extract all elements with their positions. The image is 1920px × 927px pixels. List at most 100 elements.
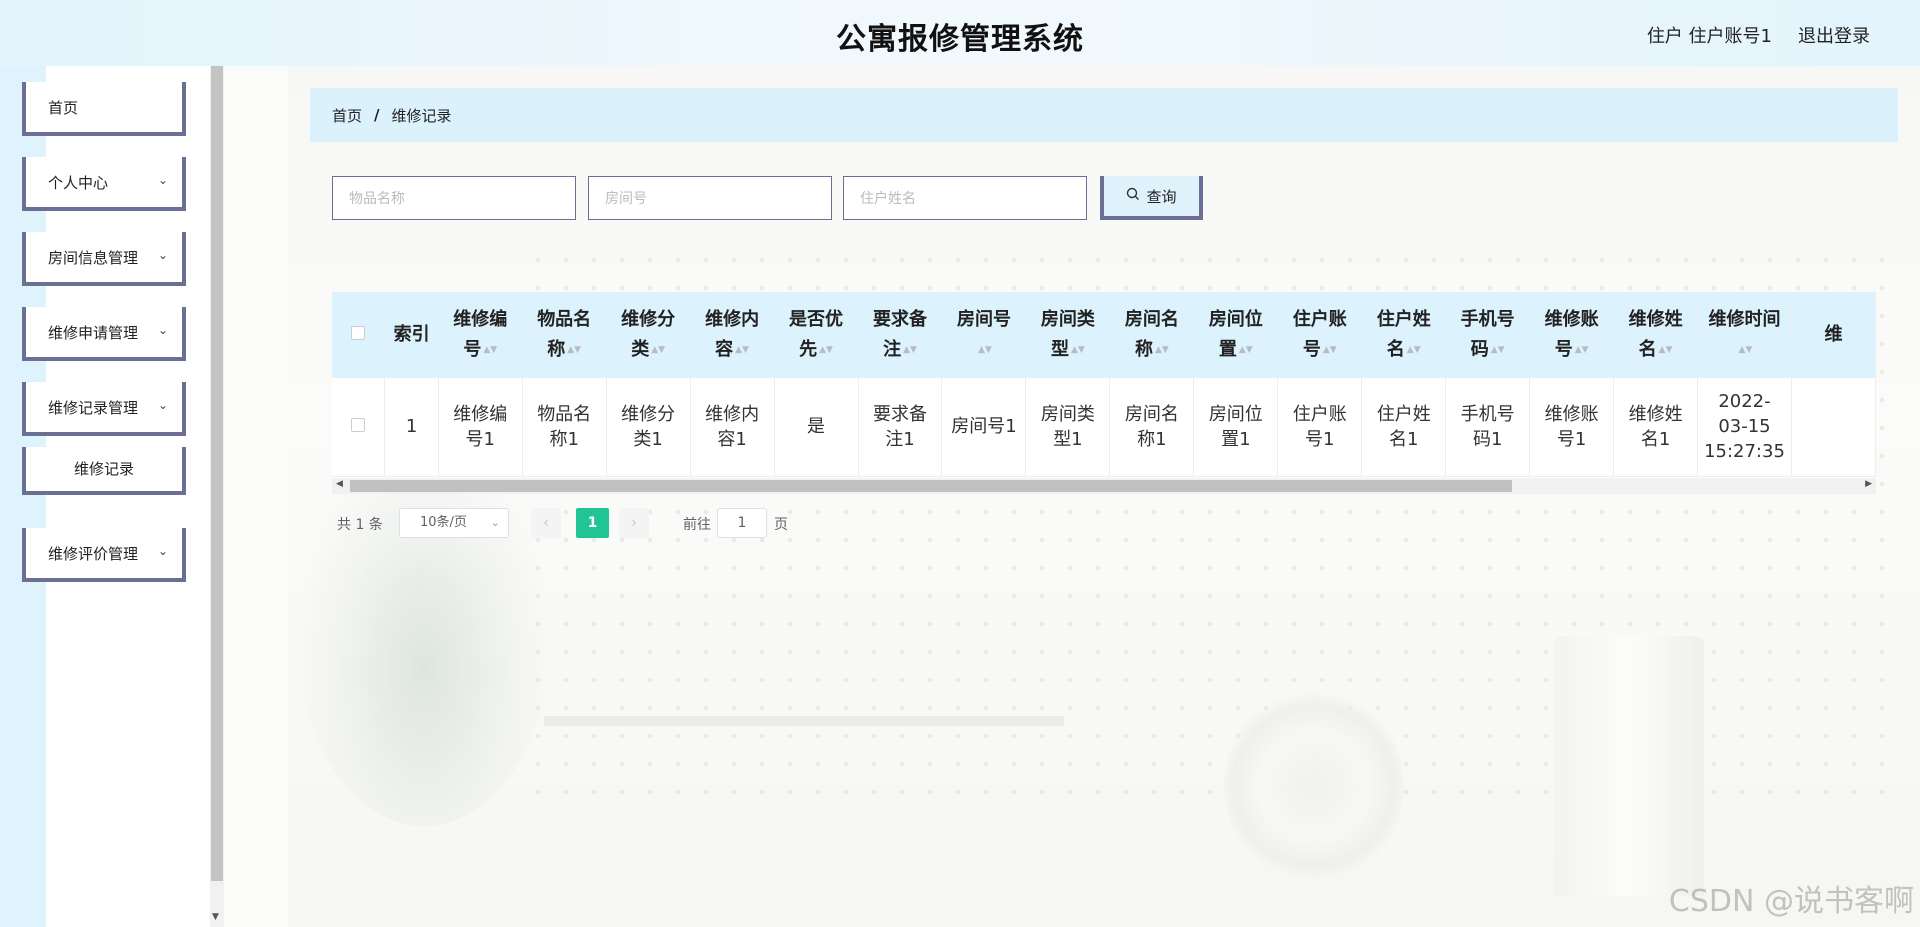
- table-cell: 维修姓名1: [1613, 378, 1699, 477]
- sort-icon[interactable]: ▲▼: [1323, 335, 1337, 365]
- column-header[interactable]: 维修编号 ▲▼: [438, 292, 523, 378]
- table-cell: 住户账号1: [1277, 378, 1363, 477]
- table-row[interactable]: 1 维修编号1 物品名称1 维修分类1 维修内容1 是 要求备注1 房间号1 房…: [332, 378, 1876, 477]
- table-cell: 要求备注1: [858, 378, 943, 477]
- sort-icon[interactable]: ▲▼: [567, 335, 581, 365]
- table-cell: 房间类型1: [1025, 378, 1111, 477]
- select-all-checkbox[interactable]: [351, 326, 366, 340]
- sort-icon[interactable]: ▲▼: [1575, 335, 1589, 365]
- column-header[interactable]: 要求备注 ▲▼: [858, 292, 943, 378]
- column-header[interactable]: 是否优先 ▲▼: [774, 292, 859, 378]
- table-header-row: 索引 维修编号 ▲▼ 物品名称 ▲▼ 维修分类 ▲▼ 维修内容 ▲▼ 是否优先 ▲▼ 要求…: [332, 292, 1876, 378]
- scroll-right-arrow-icon[interactable]: ▶: [1865, 479, 1872, 489]
- column-header[interactable]: 房间号 ▲▼: [941, 292, 1027, 378]
- user-info: 住户 住户账号1: [1646, 26, 1772, 47]
- column-header[interactable]: 手机号码 ▲▼: [1445, 292, 1531, 378]
- chevron-down-icon: ⌄: [157, 248, 168, 262]
- background-vase: [1224, 686, 1404, 886]
- column-header[interactable]: 维: [1791, 292, 1876, 378]
- item-name-input[interactable]: 物品名称: [332, 176, 576, 220]
- row-select-cell[interactable]: [332, 378, 386, 477]
- breadcrumb: 首页 / 维修记录: [310, 88, 1898, 142]
- sort-icon[interactable]: ▲▼: [819, 335, 833, 365]
- query-button-label: 查询: [1146, 187, 1177, 206]
- column-header[interactable]: 住户账号 ▲▼: [1277, 292, 1363, 378]
- scroll-down-arrow-icon[interactable]: ▼: [212, 912, 219, 922]
- goto-page-input[interactable]: 1: [717, 508, 767, 538]
- table-cell: 房间位置1: [1193, 378, 1279, 477]
- data-table: 索引 维修编号 ▲▼ 物品名称 ▲▼ 维修分类 ▲▼ 维修内容 ▲▼ 是否优先 ▲▼ 要求…: [332, 292, 1876, 494]
- repair-records-table: 索引 维修编号 ▲▼ 物品名称 ▲▼ 维修分类 ▲▼ 维修内容 ▲▼ 是否优先 ▲▼ 要求…: [332, 292, 1876, 477]
- sidebar-item-home[interactable]: 首页: [22, 82, 186, 136]
- sidebar-subitem-repair-record[interactable]: 维修记录: [22, 447, 186, 495]
- table-cell: 维修分类1: [606, 378, 691, 477]
- sort-icon[interactable]: ▲▼: [1491, 335, 1505, 365]
- table-cell: 住户姓名1: [1361, 378, 1447, 477]
- sort-icon[interactable]: ▲▼: [1739, 335, 1753, 365]
- column-header[interactable]: 住户姓名 ▲▼: [1361, 292, 1447, 378]
- sort-icon[interactable]: ▲▼: [978, 335, 992, 365]
- app-title: 公寓报修管理系统: [836, 22, 1084, 57]
- sort-icon[interactable]: ▲▼: [483, 335, 497, 365]
- sidebar-item-label: 维修记录: [73, 460, 134, 478]
- sort-icon[interactable]: ▲▼: [1407, 335, 1421, 365]
- column-header[interactable]: 维修分类 ▲▼: [606, 292, 691, 378]
- sort-icon[interactable]: ▲▼: [735, 335, 749, 365]
- column-header[interactable]: 物品名称 ▲▼: [522, 292, 607, 378]
- sort-icon[interactable]: ▲▼: [1155, 335, 1169, 365]
- breadcrumb-home[interactable]: 首页: [332, 105, 362, 126]
- background-cylinder: [1554, 636, 1704, 896]
- sidebar-item-repair-request[interactable]: 维修申请管理 ⌄: [22, 307, 186, 361]
- sidebar-item-label: 维修记录管理: [48, 398, 139, 417]
- goto-label: 前往: [683, 517, 711, 533]
- table-cell: 是: [774, 378, 859, 477]
- query-button[interactable]: 查询: [1100, 176, 1203, 220]
- table-cell: 房间号1: [941, 378, 1027, 477]
- room-no-input[interactable]: 房间号: [588, 176, 832, 220]
- page-size-value: 10条/页: [420, 515, 467, 530]
- page-size-select[interactable]: 10条/页 ⌄: [399, 508, 509, 538]
- table-cell: 维修内容1: [690, 378, 775, 477]
- column-header[interactable]: 房间名称 ▲▼: [1109, 292, 1195, 378]
- sort-icon[interactable]: ▲▼: [1071, 335, 1085, 365]
- scroll-left-arrow-icon[interactable]: ◀: [336, 479, 343, 489]
- sidebar-item-label: 首页: [48, 98, 79, 117]
- sidebar-item-repair-record-mgmt[interactable]: 维修记录管理 ⌄: [22, 382, 186, 436]
- sidebar-item-repair-review[interactable]: 维修评价管理 ⌄: [22, 528, 186, 582]
- column-header[interactable]: 维修时间▲▼: [1697, 292, 1792, 378]
- table-cell: [1791, 378, 1876, 477]
- chevron-down-icon: ⌄: [157, 173, 168, 187]
- table-cell: 1: [384, 378, 439, 477]
- table-cell: 物品名称1: [522, 378, 607, 477]
- breadcrumb-separator: /: [374, 106, 380, 124]
- header: 公寓报修管理系统 住户 住户账号1 退出登录: [0, 0, 1920, 66]
- sidebar-item-personal-center[interactable]: 个人中心 ⌄: [22, 157, 186, 211]
- row-checkbox[interactable]: [351, 418, 366, 433]
- column-header[interactable]: 维修账号 ▲▼: [1529, 292, 1615, 378]
- sort-icon[interactable]: ▲▼: [903, 335, 917, 365]
- page-suffix: 页: [774, 517, 788, 533]
- sidebar: 首页 个人中心 ⌄ 房间信息管理 ⌄ 维修申请管理 ⌄ 维修记录管理 ⌄ 维修记…: [0, 66, 224, 927]
- table-scrollbar-thumb[interactable]: [350, 480, 1512, 492]
- pagination-total: 共 1 条: [337, 517, 383, 533]
- sort-icon[interactable]: ▲▼: [651, 335, 665, 365]
- sidebar-item-label: 维修申请管理: [48, 323, 139, 342]
- page-number-current[interactable]: 1: [576, 508, 609, 538]
- table-horizontal-scrollbar[interactable]: ◀ ▶: [332, 478, 1876, 494]
- column-header[interactable]: 维修内容 ▲▼: [690, 292, 775, 378]
- chevron-down-icon: ⌄: [490, 516, 500, 529]
- next-page-button[interactable]: ›: [619, 508, 649, 538]
- header-select-all[interactable]: [332, 292, 386, 378]
- column-header[interactable]: 房间类型 ▲▼: [1025, 292, 1111, 378]
- sidebar-scrollbar-thumb[interactable]: [211, 66, 223, 881]
- sidebar-item-label: 房间信息管理: [48, 248, 139, 267]
- logout-link[interactable]: 退出登录: [1798, 22, 1870, 48]
- sort-icon[interactable]: ▲▼: [1659, 335, 1673, 365]
- prev-page-button[interactable]: ‹: [531, 508, 561, 538]
- table-cell: 房间名称1: [1109, 378, 1195, 477]
- sort-icon[interactable]: ▲▼: [1239, 335, 1253, 365]
- sidebar-item-room-info[interactable]: 房间信息管理 ⌄: [22, 232, 186, 286]
- column-header[interactable]: 房间位置 ▲▼: [1193, 292, 1279, 378]
- resident-name-input[interactable]: 住户姓名: [843, 176, 1087, 220]
- column-header[interactable]: 维修姓名 ▲▼: [1613, 292, 1699, 378]
